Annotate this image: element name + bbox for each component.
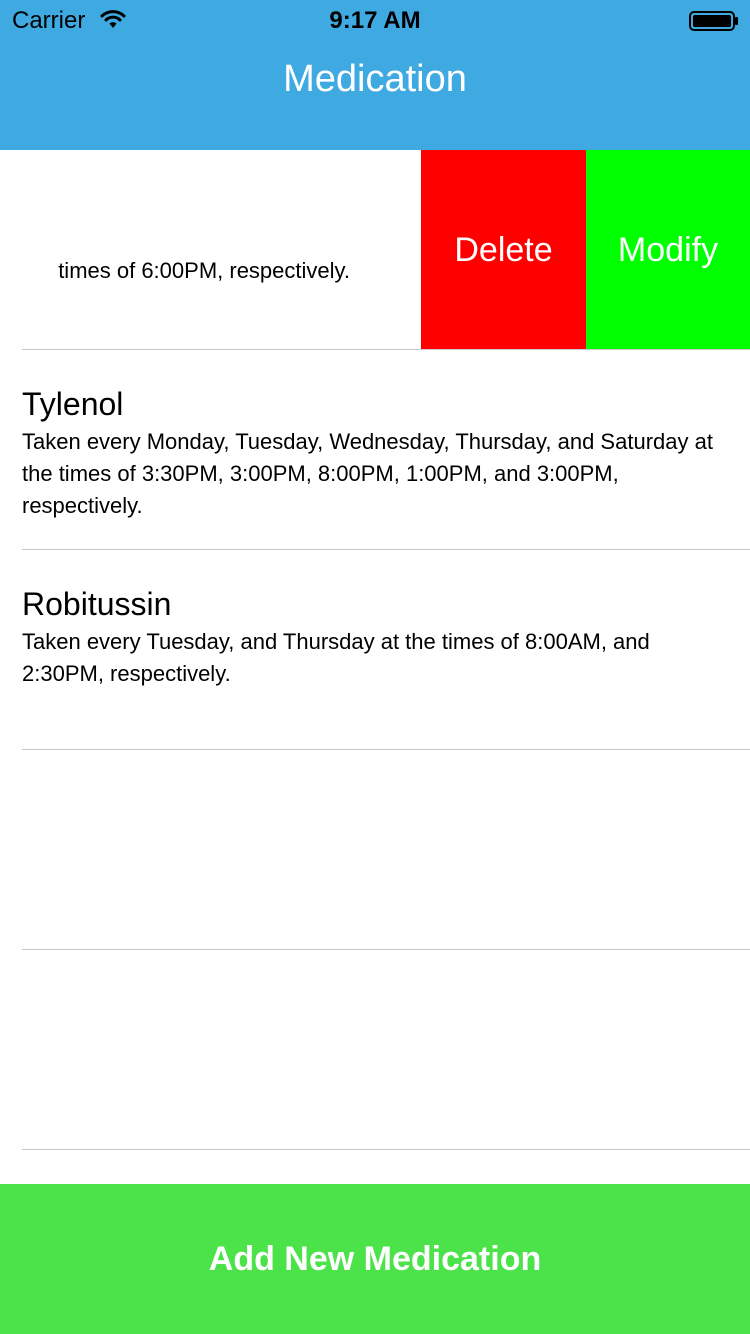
medication-screen: Carrier 9:17 AM Medication times of 6:00… [0, 0, 750, 1334]
battery-icon [689, 11, 738, 31]
swiped-row-description: times of 6:00PM, respectively. [58, 258, 350, 283]
list-item-empty [0, 950, 750, 1150]
navigation-header: Carrier 9:17 AM Medication [0, 0, 750, 150]
add-medication-button[interactable]: Add New Medication [0, 1184, 750, 1334]
page-title: Medication [283, 58, 467, 100]
list-item-medication[interactable]: Robitussin Taken every Tuesday, and Thur… [0, 550, 750, 750]
list-item-empty [0, 750, 750, 950]
status-time: 9:17 AM [329, 7, 421, 34]
status-bar: Carrier 9:17 AM [0, 0, 750, 40]
list-item-medication[interactable]: Tylenol Taken every Monday, Tuesday, Wed… [0, 350, 750, 550]
medication-schedule: Taken every Monday, Tuesday, Wednesday, … [22, 429, 713, 518]
modify-button[interactable]: Modify [586, 150, 750, 350]
row-divider [22, 1149, 750, 1150]
swiped-row-content[interactable]: times of 6:00PM, respectively. [0, 150, 421, 349]
medication-schedule: Taken every Tuesday, and Thursday at the… [22, 629, 650, 686]
medication-name: Tylenol [22, 386, 124, 422]
delete-button[interactable]: Delete [421, 150, 586, 350]
list-item-swiped[interactable]: times of 6:00PM, respectively. Delete Mo… [0, 150, 750, 350]
medication-name: Robitussin [22, 586, 172, 622]
medication-list[interactable]: times of 6:00PM, respectively. Delete Mo… [0, 150, 750, 1184]
